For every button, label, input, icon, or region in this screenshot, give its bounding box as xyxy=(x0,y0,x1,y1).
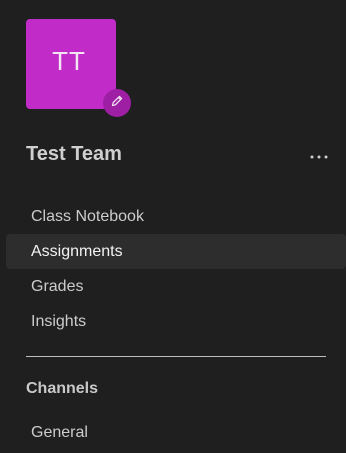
team-name: Test Team xyxy=(26,143,122,165)
channel-item-general[interactable]: General xyxy=(6,415,346,450)
team-header: Test Team xyxy=(26,140,330,170)
nav-item-insights[interactable]: Insights xyxy=(6,304,346,339)
more-horizontal-icon xyxy=(310,146,328,164)
more-options-button[interactable] xyxy=(308,144,330,166)
section-divider xyxy=(26,356,326,357)
nav-item-assignments[interactable]: Assignments xyxy=(6,234,346,269)
nav-item-grades[interactable]: Grades xyxy=(6,269,346,304)
pencil-icon xyxy=(110,94,124,113)
channels-heading: Channels xyxy=(26,380,99,397)
team-initials: TT xyxy=(52,45,86,76)
team-nav-list: Class Notebook Assignments Grades Insigh… xyxy=(6,199,346,339)
edit-avatar-button[interactable] xyxy=(103,89,131,117)
nav-item-class-notebook[interactable]: Class Notebook xyxy=(6,199,346,234)
team-avatar[interactable]: TT xyxy=(26,19,131,117)
